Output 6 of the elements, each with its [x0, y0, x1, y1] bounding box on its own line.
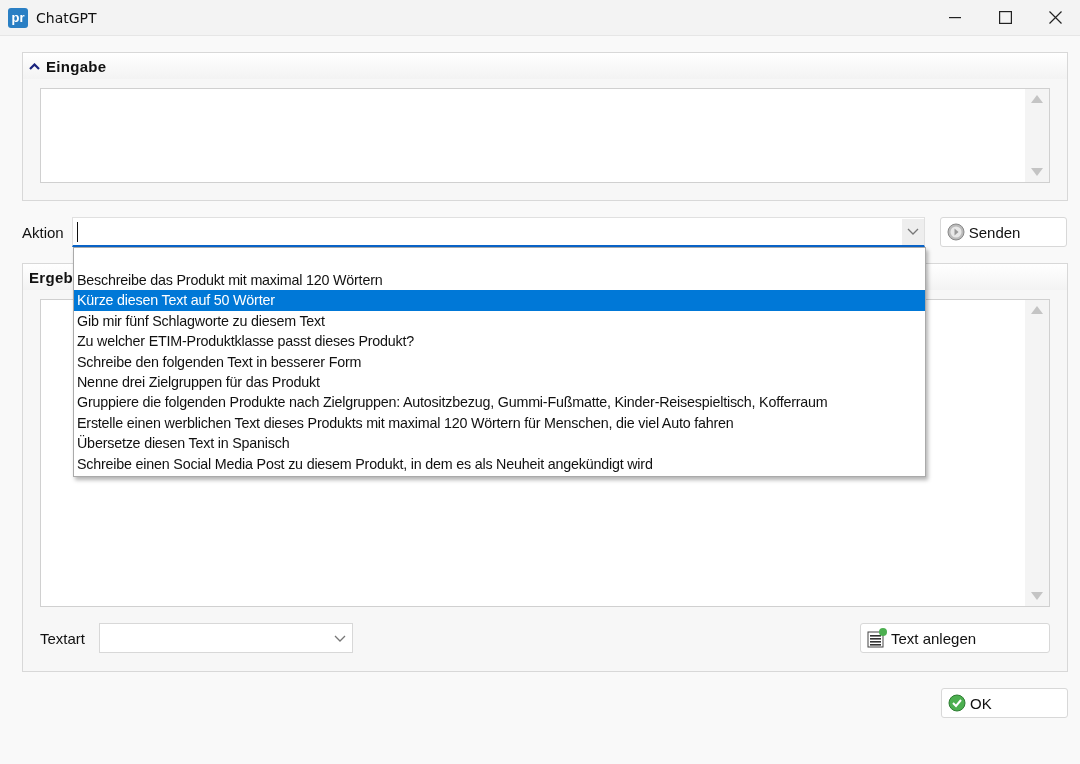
textart-label: Textart [40, 629, 85, 647]
panel-title: Ergeb [29, 268, 73, 286]
panel-title: Eingabe [46, 57, 107, 75]
window-title: ChatGPT [36, 9, 97, 26]
app-logo: pr [8, 7, 28, 28]
action-label: Aktion [22, 223, 64, 241]
